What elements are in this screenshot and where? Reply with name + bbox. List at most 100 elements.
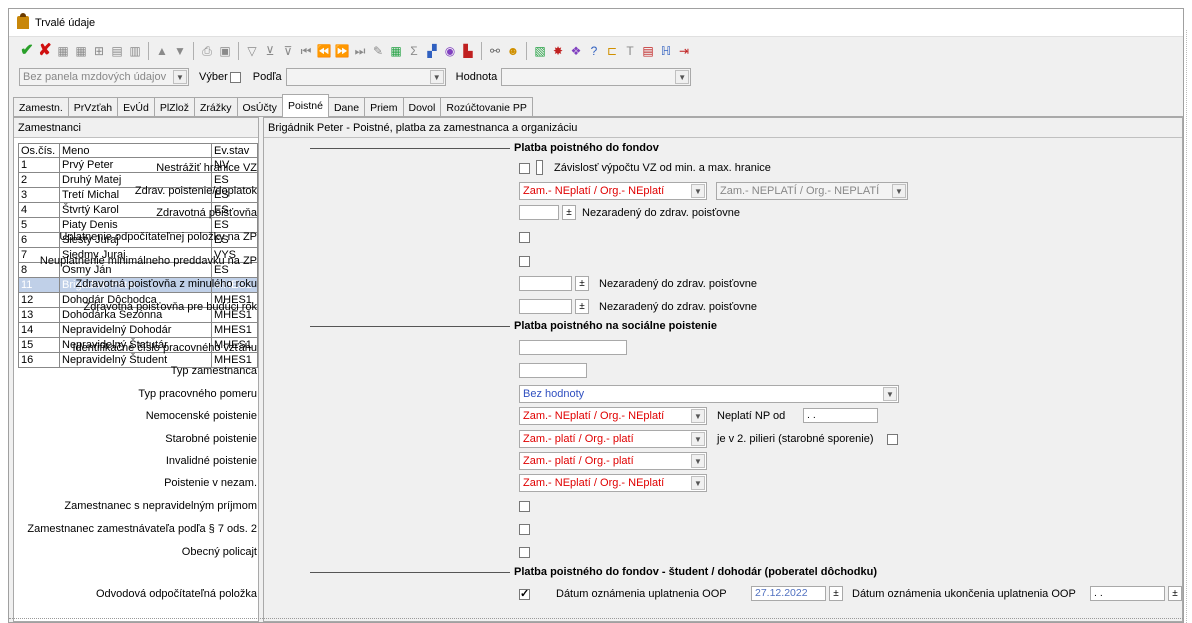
grid2-icon[interactable]: ▦ — [73, 43, 89, 59]
pilier-checkbox[interactable] — [887, 434, 898, 445]
filter-off-icon[interactable]: ⊽ — [280, 43, 296, 59]
hodnota-combo[interactable]: ▼ — [501, 68, 692, 86]
zdrav-doplatok-combo-2[interactable]: Zam.- NEPLATÍ / Org.- NEPLATÍ ▼ — [716, 182, 908, 200]
print-icon[interactable]: ⎙ — [199, 43, 215, 59]
nezaradeny-label-3: Nezaradený do zdrav. poisťovne — [599, 301, 758, 313]
last-icon[interactable]: ⏭ — [352, 43, 368, 59]
datum-ukon-picker[interactable]: ± — [1168, 586, 1182, 601]
up-arrow-icon[interactable]: ▲ — [154, 43, 170, 59]
nezam-combo[interactable]: Zam.- NEplatí / Org.- NEplatí ▼ — [519, 474, 707, 492]
ident-field[interactable] — [519, 340, 627, 355]
panel-combo-value: Bez panela mzdových údajov — [23, 71, 167, 83]
row-number: 12 — [18, 293, 60, 307]
content-area: Zamestnanci Os.čís. Meno Ev.stav 1 Prvý P… — [13, 116, 1183, 622]
column-header[interactable]: Meno — [60, 144, 212, 157]
tab-poistne[interactable]: Poistné — [281, 94, 329, 117]
tab-dane[interactable]: Dane — [327, 97, 366, 117]
row-number: 11 — [18, 278, 60, 292]
nestrazit-checkbox[interactable] — [519, 163, 530, 174]
search-person-icon[interactable]: ☻ — [505, 43, 521, 59]
book-icon[interactable]: ℍ — [658, 43, 674, 59]
main-window: Trvalé údaje ✔ ✘ ▦ ▦ ⊞ ▤ ▥ ▲ ▼ ⎙ ▣ ▽ ⊻ ⊽… — [8, 8, 1184, 623]
zavislost-box[interactable] — [536, 160, 543, 175]
tab-zamestn[interactable]: Zamestn. — [13, 97, 69, 117]
policajt-checkbox[interactable] — [519, 547, 530, 558]
zp-minuly-picker[interactable]: ± — [575, 276, 589, 291]
typ-zam-field[interactable] — [519, 363, 587, 378]
row-number: 3 — [18, 188, 60, 202]
neplati-np-field[interactable]: . . — [803, 408, 878, 423]
datum-ozn-picker[interactable]: ± — [829, 586, 843, 601]
filter-clear-icon[interactable]: ⊻ — [262, 43, 278, 59]
uplatnenie-odp-checkbox[interactable] — [519, 232, 530, 243]
par7-label: Zamestnanec zamestnávateľa podľa § 7 ods… — [27, 523, 257, 535]
datum-ukon-field[interactable]: . . — [1090, 586, 1165, 601]
podla-combo[interactable]: ▼ — [285, 68, 446, 86]
tab-dovol[interactable]: Dovol — [402, 97, 442, 117]
palette-icon[interactable]: ◉ — [442, 43, 458, 59]
prev-page-icon[interactable]: ⏪ — [316, 43, 332, 59]
delete-row-icon[interactable]: ▥ — [127, 43, 143, 59]
separator — [481, 42, 482, 60]
tab-rozuctovanie[interactable]: Rozúčtovanie PP — [440, 97, 533, 117]
typ-pomeru-combo[interactable]: Bez hodnoty ▼ — [519, 385, 899, 403]
zdrav-poistovna-field[interactable] — [519, 205, 559, 220]
binoculars-icon[interactable]: ⚯ — [487, 43, 503, 59]
table-icon[interactable]: ▦ — [388, 43, 404, 59]
zp-minuly-field[interactable] — [519, 276, 572, 291]
row-number: 15 — [18, 338, 60, 352]
star-icon[interactable]: ✸ — [550, 43, 566, 59]
par7-checkbox[interactable] — [519, 524, 530, 535]
add-row-icon[interactable]: ⊞ — [91, 43, 107, 59]
cancel-icon[interactable]: ✘ — [37, 43, 53, 59]
confirm-icon[interactable]: ✔ — [19, 43, 35, 59]
nepravidelny-checkbox[interactable] — [519, 501, 530, 512]
preview-icon[interactable]: ▣ — [217, 43, 233, 59]
zp-buduci-label: Zdravotná poisťovňa pre budúci rok — [83, 301, 257, 313]
datum-ozn-field[interactable]: 27.12.2022 — [751, 586, 826, 601]
first-icon[interactable]: ⏮ — [298, 43, 314, 59]
zp-buduci-field[interactable] — [519, 299, 572, 314]
sum-icon[interactable]: Σ — [406, 43, 422, 59]
hodnota-label: Hodnota — [455, 71, 498, 83]
tab-zrazky[interactable]: Zrážky — [194, 97, 238, 117]
tree-icon[interactable]: ⊏ — [604, 43, 620, 59]
next-page-icon[interactable]: ⏩ — [334, 43, 350, 59]
nemocenske-combo[interactable]: Zam.- NEplatí / Org.- NEplatí ▼ — [519, 407, 707, 425]
table-row[interactable]: 14 Nepravidelný Dohodár MHES1 — [18, 323, 258, 338]
zdrav-poistovna-picker[interactable]: ± — [562, 205, 576, 220]
zdrav-doplatok-combo[interactable]: Zam.- NEplatí / Org.- NEplatí ▼ — [519, 182, 707, 200]
excel-icon[interactable]: ▧ — [532, 43, 548, 59]
starobne-combo[interactable]: Zam.- platí / Org.- platí ▼ — [519, 430, 707, 448]
panel-combo[interactable]: Bez panela mzdových údajov ▼ — [19, 68, 189, 86]
grid-icon[interactable]: ▦ — [55, 43, 71, 59]
nezam-label: Poistenie v nezam. — [164, 477, 257, 489]
tab-prvztah[interactable]: PrVzťah — [67, 97, 119, 117]
help-icon[interactable]: ? — [586, 43, 602, 59]
filter-icon[interactable]: ▽ — [244, 43, 260, 59]
edit-row-icon[interactable]: ▤ — [109, 43, 125, 59]
exit-icon[interactable]: ⇥ — [676, 43, 692, 59]
neuplatnenie-min-checkbox[interactable] — [519, 256, 530, 267]
split-icon[interactable]: T — [622, 43, 638, 59]
tab-priem[interactable]: Priem — [364, 97, 404, 117]
chart-icon[interactable]: ▞ — [424, 43, 440, 59]
puzzle-icon[interactable]: ❖ — [568, 43, 584, 59]
insurance-panel-title: Brigádnik Peter - Poistné, platba za zam… — [264, 118, 1182, 138]
tab-plzloz[interactable]: PlZlož — [153, 97, 196, 117]
odvodova-checkbox[interactable] — [519, 587, 530, 600]
column-header[interactable]: Ev.stav — [212, 144, 258, 157]
tab-osucty[interactable]: OsÚčty — [236, 97, 283, 117]
invalidne-combo[interactable]: Zam.- platí / Org.- platí ▼ — [519, 452, 707, 470]
calendar-icon[interactable]: ▤ — [640, 43, 656, 59]
bookmark-icon[interactable]: ✎ — [370, 43, 386, 59]
pilier-label: je v 2. pilieri (starobné sporenie) — [717, 433, 874, 445]
separator — [193, 42, 194, 60]
vyber-checkbox[interactable] — [229, 71, 241, 83]
zp-buduci-picker[interactable]: ± — [575, 299, 589, 314]
down-arrow-icon[interactable]: ▼ — [172, 43, 188, 59]
export-icon[interactable]: ▙ — [460, 43, 476, 59]
tab-evud[interactable]: EvÚd — [117, 97, 155, 117]
column-header[interactable]: Os.čís. — [18, 144, 60, 157]
zavislost-label: Závislosť výpočtu VZ od min. a max. hran… — [554, 162, 771, 174]
